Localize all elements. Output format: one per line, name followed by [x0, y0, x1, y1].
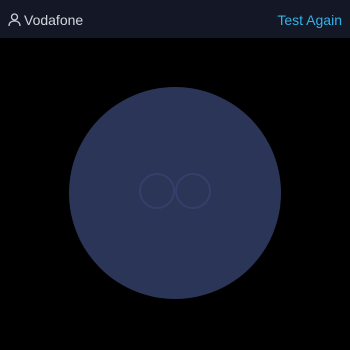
cropped-top-text-fragment	[160, 0, 188, 3]
top-bar: Vodafone Test Again	[0, 0, 350, 38]
provider-name: Vodafone	[24, 12, 84, 28]
go-mark	[139, 173, 211, 209]
start-test-circle[interactable]	[69, 87, 281, 299]
user-icon	[8, 13, 21, 27]
provider-info: Vodafone	[8, 11, 83, 29]
test-again-button[interactable]: Test Again	[277, 11, 342, 29]
speedtest-screen: Vodafone Test Again	[0, 0, 350, 350]
